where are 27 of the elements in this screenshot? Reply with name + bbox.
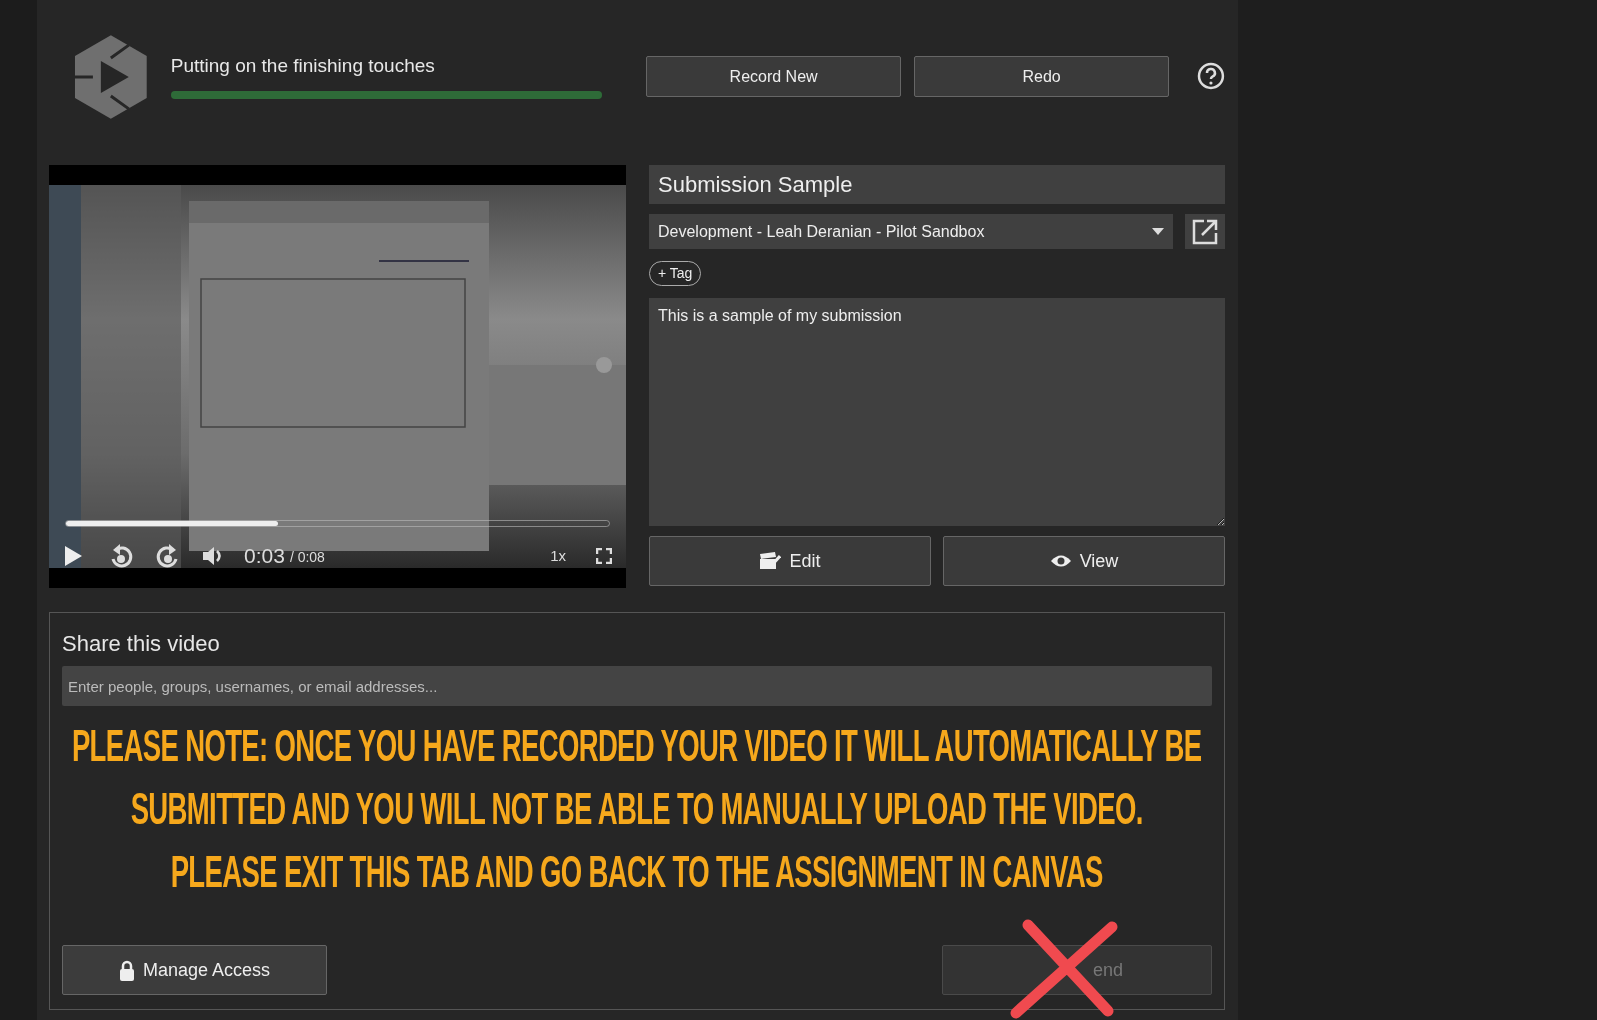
status-text: Putting on the finishing touches [170, 54, 436, 78]
current-time: 0:03 [244, 543, 285, 569]
header-button[interactable]: Redo [914, 56, 1170, 97]
caret-icon [1152, 228, 1164, 235]
volume-icon[interactable] [202, 545, 224, 566]
manage-access-button[interactable]: Manage Access [62, 945, 327, 995]
share-title: Share this video [62, 630, 221, 658]
header-button[interactable]: Record New [646, 56, 902, 97]
external-link-icon [1192, 218, 1218, 245]
clapperboard-icon [759, 552, 782, 570]
fullscreen-icon[interactable] [596, 547, 612, 564]
notice-text: SUBMITTED AND YOU WILL NOT BE ABLE TO MANUALLY UPLOAD THE VIDEO. [130, 786, 1144, 831]
duration-text: / 0:08 [289, 548, 325, 568]
view-button[interactable]: View [943, 536, 1225, 586]
edit-button[interactable]: Edit [649, 536, 931, 586]
description-field[interactable]: This is a sample of my submission [649, 298, 1225, 526]
notice-text: PLEASE EXIT THIS TAB AND GO BACK TO THE ASSIGNMENT IN CANVAS [170, 849, 1104, 894]
notice-text: PLEASE NOTE: ONCE YOU HAVE RECORDED YOUR VIDEO IT WILL AUTOMATICALLY BE [72, 723, 1202, 768]
help-icon[interactable] [1197, 62, 1225, 90]
share-input-field[interactable]: Enter people, groups, usernames, or email addresses... [62, 666, 1212, 706]
eye-icon [1049, 554, 1072, 568]
title-field[interactable]: Submission Sample [649, 165, 1225, 204]
play-icon[interactable] [63, 544, 83, 567]
lock-icon [118, 959, 135, 981]
open-external-button[interactable] [1185, 214, 1225, 249]
speed-button[interactable]: 1x [550, 544, 566, 567]
folder-dropdown[interactable]: Development - Leah Deranian - Pilot Sandbox [649, 214, 1173, 249]
